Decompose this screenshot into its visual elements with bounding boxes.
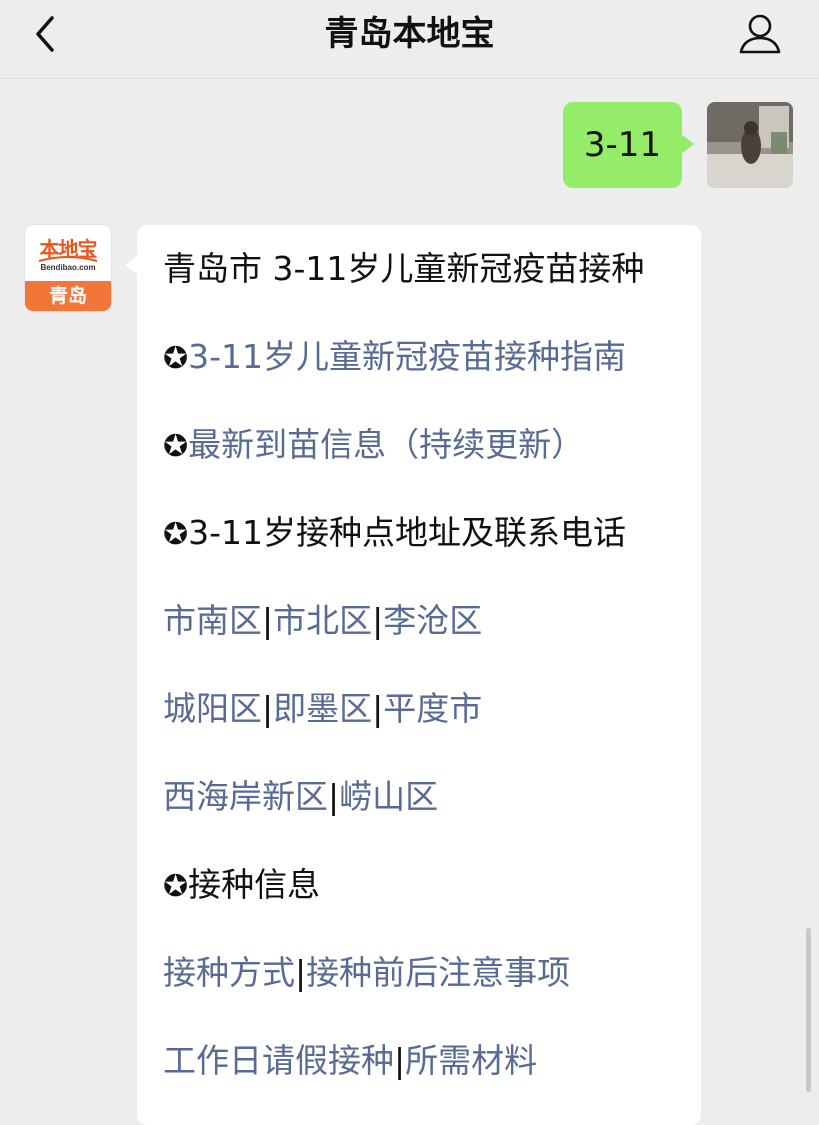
chat-header: 青岛本地宝 xyxy=(0,0,819,79)
star-icon: ✪ xyxy=(163,869,189,904)
separator: | xyxy=(262,601,274,640)
latest-line: ✪最新到苗信息（持续更新） xyxy=(163,423,584,469)
districts-row-3: 西海岸新区|崂山区 xyxy=(163,775,438,819)
person-icon[interactable] xyxy=(737,12,783,56)
separator: | xyxy=(394,1041,406,1080)
star-icon: ✪ xyxy=(163,429,189,464)
sites-heading: 3-11岁接种点地址及联系电话 xyxy=(188,513,627,552)
logo-swoosh-icon xyxy=(38,256,98,262)
info-heading: 接种信息 xyxy=(188,865,321,904)
district-link-pingdu[interactable]: 平度市 xyxy=(383,689,482,728)
info-row-1: 接种方式|接种前后注意事项 xyxy=(163,951,570,995)
user-avatar[interactable] xyxy=(707,102,793,188)
district-link-jimo[interactable]: 即墨区 xyxy=(273,689,372,728)
district-link-xihaian[interactable]: 西海岸新区 xyxy=(163,777,328,816)
district-link-laoshan[interactable]: 崂山区 xyxy=(339,777,438,816)
separator: | xyxy=(328,777,340,816)
district-link-shinan[interactable]: 市南区 xyxy=(163,601,262,640)
avatar-photo xyxy=(707,102,793,188)
vaccination-method-link[interactable]: 接种方式 xyxy=(163,953,295,992)
sent-message-text: 3-11 xyxy=(583,125,662,165)
chat-title: 青岛本地宝 xyxy=(324,14,495,54)
district-link-shibei[interactable]: 市北区 xyxy=(273,601,372,640)
weekday-leave-link[interactable]: 工作日请假接种 xyxy=(163,1041,394,1080)
reply-headline: 青岛市 3-11岁儿童新冠疫苗接种 xyxy=(163,249,645,288)
district-link-licang[interactable]: 李沧区 xyxy=(383,601,482,640)
guide-link[interactable]: 3-11岁儿童新冠疫苗接种指南 xyxy=(188,337,626,376)
separator: | xyxy=(372,689,384,728)
sent-message-bubble[interactable]: 3-11 xyxy=(563,102,694,188)
official-account-avatar[interactable]: 本地宝 Bendibao.com 青岛 xyxy=(25,225,111,311)
info-row-2: 工作日请假接种|所需材料 xyxy=(163,1039,537,1083)
star-icon: ✪ xyxy=(163,341,189,376)
scrollbar[interactable] xyxy=(806,928,811,1092)
districts-row-1: 市南区|市北区|李沧区 xyxy=(163,599,482,643)
logo-area: 本地宝 Bendibao.com xyxy=(25,225,111,281)
logo-city: 青岛 xyxy=(25,281,111,311)
logo-subtext: Bendibao.com xyxy=(40,263,96,272)
districts-row-2: 城阳区|即墨区|平度市 xyxy=(163,687,482,731)
separator: | xyxy=(372,601,384,640)
info-heading-line: ✪接种信息 xyxy=(163,863,320,909)
required-materials-link[interactable]: 所需材料 xyxy=(405,1041,537,1080)
precautions-link[interactable]: 接种前后注意事项 xyxy=(306,953,570,992)
reply-message-bubble: 青岛市 3-11岁儿童新冠疫苗接种 ✪3-11岁儿童新冠疫苗接种指南 ✪最新到苗… xyxy=(125,225,701,1125)
latest-supply-link[interactable]: 最新到苗信息（持续更新） xyxy=(188,425,584,464)
sites-heading-line: ✪3-11岁接种点地址及联系电话 xyxy=(163,511,626,557)
district-link-chengyang[interactable]: 城阳区 xyxy=(163,689,262,728)
separator: | xyxy=(262,689,274,728)
star-icon: ✪ xyxy=(163,517,189,552)
guide-line: ✪3-11岁儿童新冠疫苗接种指南 xyxy=(163,335,626,381)
separator: | xyxy=(295,953,307,992)
